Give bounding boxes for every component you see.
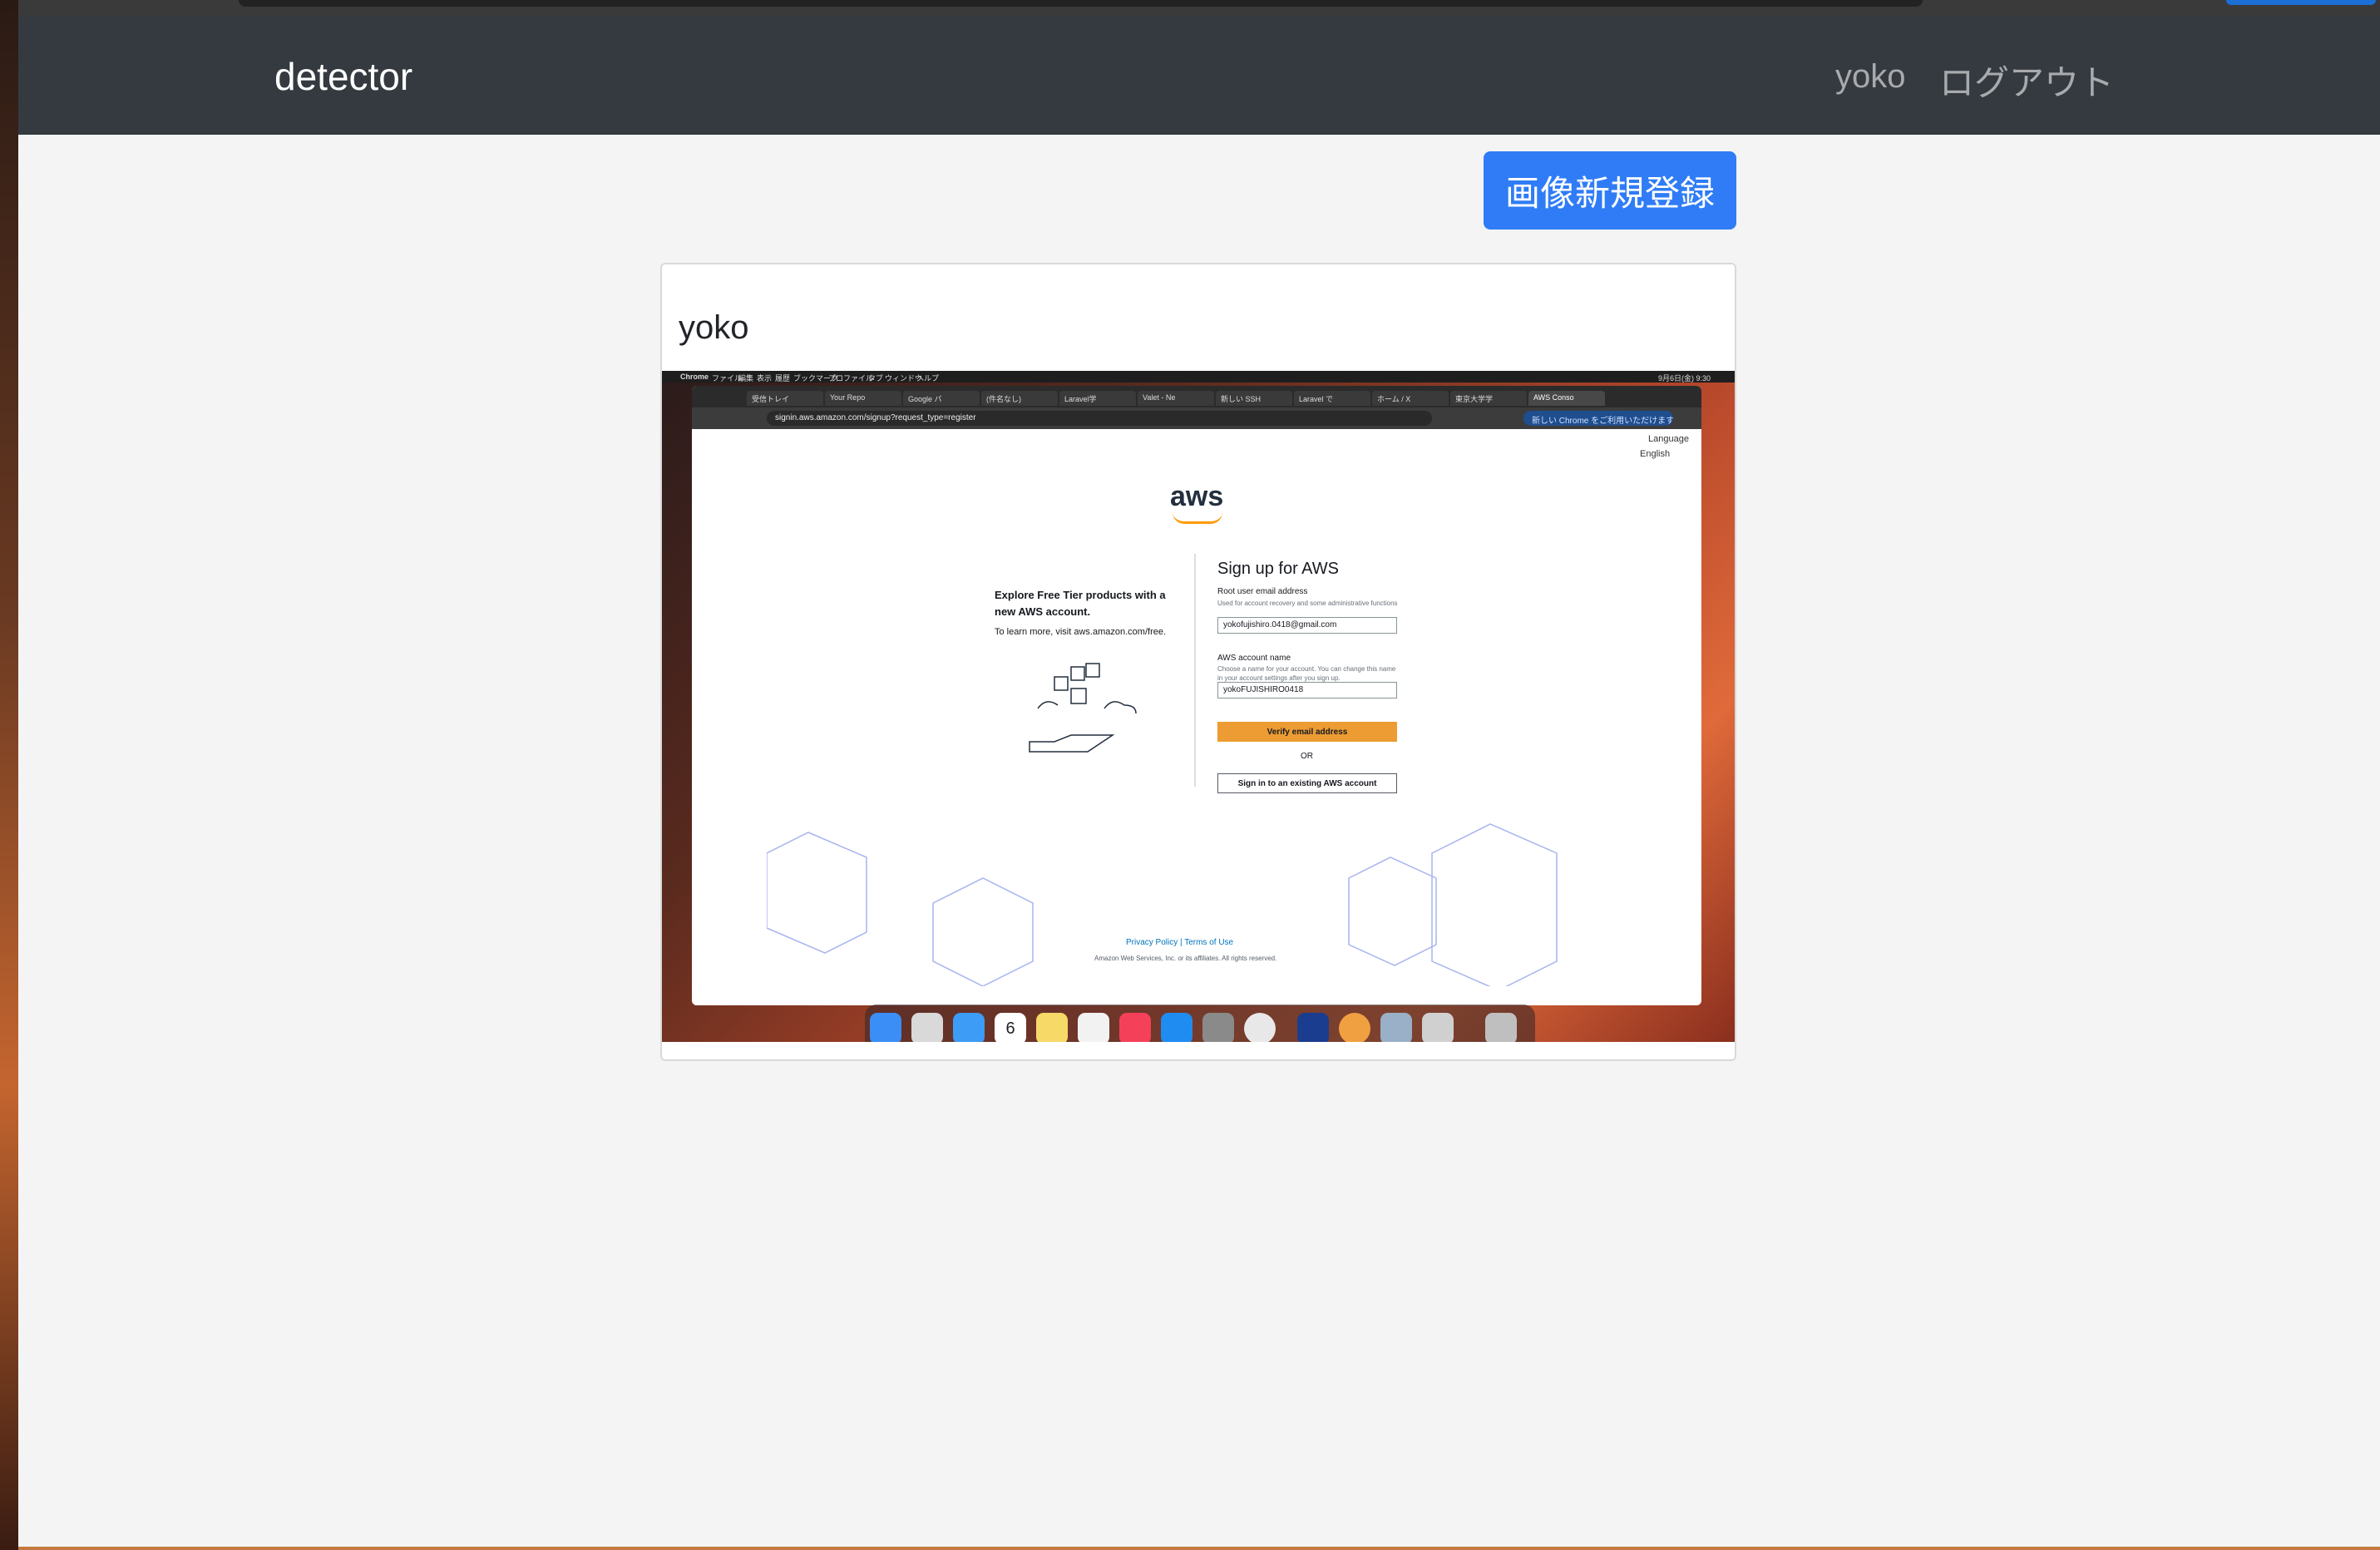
footer-links: Privacy Policy | Terms of Use	[1126, 938, 1234, 947]
preview-icon	[1380, 1013, 1412, 1042]
menubar-clock: 9月6日(金) 9:30	[1658, 374, 1711, 383]
calendar-icon: 6	[995, 1013, 1026, 1042]
mail-icon	[953, 1013, 985, 1042]
browser-chrome-top	[18, 0, 2380, 17]
account-name-field: yokoFUJISHIRO0418	[1217, 682, 1397, 698]
promo-heading: Explore Free Tier products with a new AW…	[995, 589, 1166, 618]
menubar-item: ヘルプ	[916, 374, 940, 383]
embedded-tab: 受信トレイ	[747, 391, 823, 406]
signin-existing-button: Sign in to an existing AWS account	[1217, 773, 1397, 793]
embedded-tab-active: AWS Conso	[1528, 391, 1605, 406]
aws-logo: aws	[1170, 481, 1224, 512]
menubar-item: プロファイル	[828, 374, 874, 383]
finder-icon	[870, 1013, 901, 1042]
freeform-icon	[1078, 1013, 1109, 1042]
menubar-item: ファイル	[712, 374, 743, 383]
post-title: yoko	[679, 309, 749, 346]
mac-dock: 6	[865, 1005, 1535, 1042]
launchpad-icon	[911, 1013, 943, 1042]
page-viewport: detector yoko ログアウト 画像新規登録 yoko Chrome フ…	[18, 17, 2380, 1547]
embedded-tab: Google バ	[903, 391, 980, 406]
logout-link[interactable]: ログアウト	[1939, 55, 2114, 106]
nav-user-link[interactable]: yoko	[1835, 58, 1906, 96]
mac-menubar: Chrome ファイル 編集 表示 履歴 ブックマーク プロファイル タブ ウィ…	[662, 371, 1735, 383]
menubar-item: 編集	[738, 374, 754, 383]
chrome-icon	[1244, 1013, 1276, 1042]
embedded-tab-bar: 受信トレイ Your Repo Google バ (件名なし) Laravel学…	[692, 386, 1701, 407]
free-tier-illustration-icon	[1029, 663, 1137, 753]
browser-address-bar[interactable]	[239, 0, 1923, 7]
footer-copyright: Amazon Web Services, Inc. or its affilia…	[1094, 955, 1277, 962]
promo-sub: To learn more, visit aws.amazon.com/free…	[995, 627, 1167, 637]
aws-signup-page: Language English aws Explore Free Tier p…	[692, 429, 1701, 1005]
post-image: Chrome ファイル 編集 表示 履歴 ブックマーク プロファイル タブ ウィ…	[662, 371, 1735, 1042]
email-field: yokofujishiro.0418@gmail.com	[1217, 617, 1397, 634]
embedded-tab: 新しい SSH	[1216, 391, 1292, 406]
notes-icon	[1036, 1013, 1068, 1042]
embedded-toolbar: signin.aws.amazon.com/signup?request_typ…	[692, 407, 1701, 429]
new-image-button[interactable]: 画像新規登録	[1484, 151, 1736, 230]
language-value: English	[1640, 449, 1671, 459]
email-label: Root user email address	[1217, 587, 1308, 596]
color-picker-icon	[1339, 1013, 1370, 1042]
browser-toolbar-button[interactable]	[2226, 0, 2376, 5]
navbar: detector yoko ログアウト	[18, 17, 2380, 135]
verify-email-button: Verify email address	[1217, 722, 1397, 742]
embedded-tab: Laravel学	[1059, 391, 1136, 406]
music-icon	[1119, 1013, 1151, 1042]
signup-title: Sign up for AWS	[1217, 560, 1339, 578]
language-label: Language	[1648, 434, 1689, 444]
trash-icon	[1485, 1013, 1517, 1042]
column-divider	[1194, 554, 1196, 787]
embedded-tab: Laravel で	[1294, 391, 1370, 406]
menubar-app: Chrome	[680, 373, 709, 381]
post-card: yoko Chrome ファイル 編集 表示 履歴 ブックマーク プロファイル …	[660, 263, 1736, 1061]
menubar-item: 履歴	[775, 374, 791, 383]
app-store-icon	[1161, 1013, 1192, 1042]
embedded-url: signin.aws.amazon.com/signup?request_typ…	[767, 411, 1432, 426]
xcode-icon	[1297, 1013, 1329, 1042]
brand-link[interactable]: detector	[274, 54, 412, 99]
embedded-tab: ホーム / X	[1372, 391, 1449, 406]
embedded-browser-window: 受信トレイ Your Repo Google バ (件名なし) Laravel学…	[692, 386, 1701, 1005]
system-settings-icon	[1202, 1013, 1234, 1042]
embedded-tab: (件名なし)	[981, 391, 1058, 406]
menubar-item: タブ	[868, 374, 884, 383]
account-name-help: Choose a name for your account. You can …	[1217, 665, 1396, 682]
embedded-update-notice: 新しい Chrome をご利用いただけます	[1523, 411, 1673, 426]
migration-icon	[1422, 1013, 1454, 1042]
menubar-item: 表示	[757, 374, 773, 383]
aws-smile-icon	[1173, 512, 1222, 524]
email-help: Used for account recovery and some admin…	[1217, 600, 1398, 607]
account-name-label: AWS account name	[1217, 654, 1291, 663]
desktop-wallpaper	[0, 0, 18, 1550]
embedded-tab: Valet - Ne	[1138, 391, 1214, 406]
embedded-tab: 東京大学学	[1450, 391, 1527, 406]
or-separator: OR	[1301, 752, 1313, 761]
embedded-tab: Your Repo	[825, 391, 901, 406]
